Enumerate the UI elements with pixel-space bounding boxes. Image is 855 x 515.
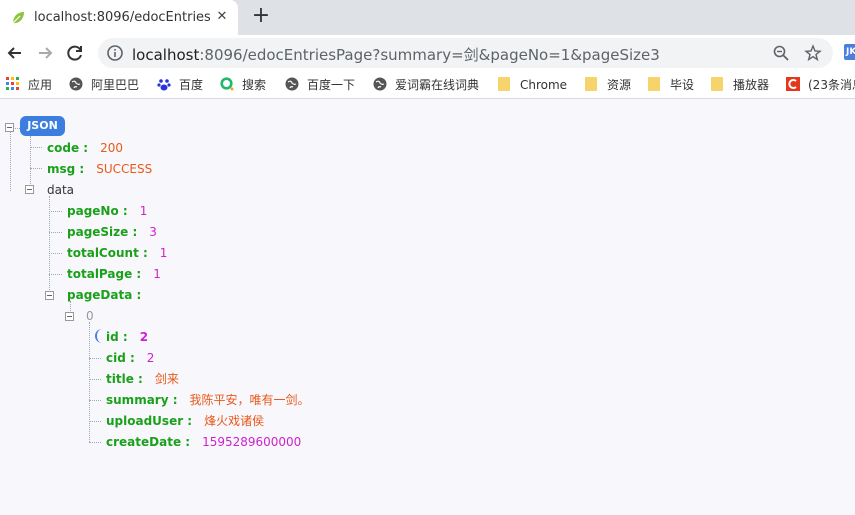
json-row-cid: cid :2 <box>106 351 155 365</box>
bookmark-resources-folder[interactable]: 资源 <box>585 77 631 95</box>
zoom-icon[interactable] <box>772 44 790 62</box>
collapse-pagedata-toggle-icon[interactable] <box>45 291 54 300</box>
active-tab[interactable]: localhost:8096/edocEntriesPage ✕ <box>0 0 238 35</box>
baidu-paw-icon <box>157 79 171 91</box>
spring-leaf-icon <box>12 12 24 24</box>
collapse-data-toggle-icon[interactable] <box>25 185 34 194</box>
tree-line <box>30 136 31 190</box>
bookmark-iciba[interactable]: 爱词霸在线词典 <box>373 77 479 95</box>
json-row-msg: msg : SUCCESS <box>47 162 153 176</box>
tree-line <box>30 168 42 169</box>
toolbar: localhost:8096/edocEntriesPage?summary=剑… <box>0 35 855 71</box>
tree-line <box>49 211 62 212</box>
json-row-title: title : 剑来 <box>106 372 179 386</box>
bookmark-baidu[interactable]: 百度 <box>157 77 203 95</box>
address-bar[interactable]: localhost:8096/edocEntriesPage?summary=剑… <box>98 38 833 68</box>
tree-line <box>49 274 62 275</box>
json-row-totalcount: totalCount :1 <box>67 246 168 260</box>
tab-title: localhost:8096/edocEntriesPage <box>34 10 210 25</box>
extension-icon[interactable]: JK <box>844 44 855 60</box>
url-text[interactable]: localhost:8096/edocEntriesPage?summary=剑… <box>132 44 660 65</box>
bookmarks-bar: 应用 阿里巴巴 百度 搜索 百度一下 爱词霸在线词典 Chrome 资源 毕设 … <box>0 71 855 99</box>
tree-line <box>89 421 101 422</box>
globe-icon <box>373 77 387 91</box>
object-brace <box>95 329 103 343</box>
globe-icon <box>285 77 299 91</box>
json-row-uploaduser: uploadUser : 烽火戏诸侯 <box>106 414 265 428</box>
tree-line <box>30 147 42 148</box>
bookmark-baidu-yixia[interactable]: 百度一下 <box>285 77 355 95</box>
json-row-pagedata[interactable]: pageData : <box>67 287 153 303</box>
json-row-code: code :200 <box>47 141 123 155</box>
json-root-badge[interactable]: JSON <box>20 116 65 136</box>
collapse-item0-toggle-icon[interactable] <box>65 312 74 321</box>
folder-icon <box>585 77 597 91</box>
tab-strip: localhost:8096/edocEntriesPage ✕ + <box>0 0 855 35</box>
folder-icon <box>648 77 660 91</box>
tree-line <box>89 322 90 442</box>
new-tab-button[interactable]: + <box>250 5 272 28</box>
tree-line <box>89 442 101 443</box>
bookmark-csdn[interactable]: (23条消息 <box>786 77 855 95</box>
json-row-pagesize: pageSize :3 <box>67 225 157 239</box>
tree-line <box>49 232 62 233</box>
tab-close-icon[interactable]: ✕ <box>214 9 230 25</box>
bookmark-search[interactable]: 搜索 <box>220 77 266 95</box>
info-icon[interactable] <box>106 44 124 62</box>
tree-line <box>89 358 101 359</box>
collapse-root-toggle-icon[interactable] <box>5 123 14 132</box>
bookmark-player-folder[interactable]: 播放器 <box>711 77 769 95</box>
reload-icon[interactable] <box>64 42 86 64</box>
json-row-totalpage: totalPage :1 <box>67 267 161 281</box>
json-row-data[interactable]: data <box>47 182 74 198</box>
json-row-index-0[interactable]: 0 <box>86 308 94 324</box>
back-arrow-icon[interactable] <box>4 42 26 64</box>
globe-icon <box>69 77 83 91</box>
bookmark-chrome-folder[interactable]: Chrome <box>498 77 567 95</box>
forward-arrow-icon[interactable] <box>34 42 56 64</box>
tree-line <box>89 400 101 401</box>
json-row-id: id :2 <box>106 330 149 344</box>
json-row-createdate: createDate :1595289600000 <box>106 435 302 449</box>
tree-line <box>89 379 101 380</box>
folder-icon <box>498 77 510 91</box>
bookmark-alibaba[interactable]: 阿里巴巴 <box>69 77 139 95</box>
tree-line <box>10 131 11 191</box>
json-row-summary: summary : 我陈平安，唯有一剑。 <box>106 393 310 407</box>
tree-line <box>49 253 62 254</box>
bookmark-star-icon[interactable] <box>804 44 822 62</box>
search-ring-icon <box>220 77 234 91</box>
bookmark-apps[interactable]: 应用 <box>6 77 52 95</box>
folder-icon <box>711 77 723 91</box>
apps-grid-icon <box>6 77 19 90</box>
csdn-c-icon <box>786 77 800 91</box>
json-row-pageno: pageNo :1 <box>67 204 148 218</box>
bookmark-graduation-folder[interactable]: 毕设 <box>648 77 694 95</box>
